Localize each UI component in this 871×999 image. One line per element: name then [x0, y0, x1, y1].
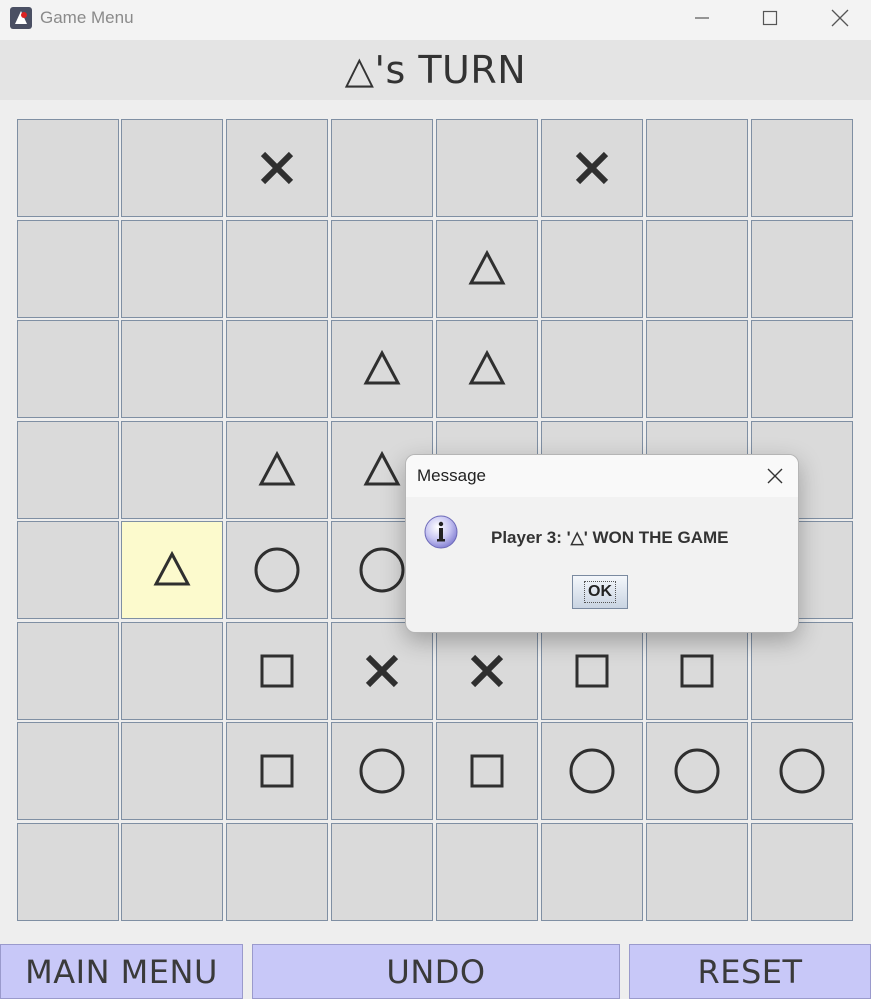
board-cell-r0-c6[interactable]	[646, 119, 748, 217]
board-cell-r3-c0[interactable]	[17, 421, 119, 519]
java-app-icon	[9, 6, 33, 30]
minimize-button[interactable]	[670, 0, 734, 36]
board-cell-r3-c1[interactable]	[121, 421, 223, 519]
board-cell-r0-c4[interactable]	[436, 119, 538, 217]
board-cell-r6-c6[interactable]	[646, 722, 748, 820]
board-cell-r0-c0[interactable]	[17, 119, 119, 217]
board-cell-r5-c6[interactable]	[646, 622, 748, 720]
square-mark	[680, 654, 714, 688]
maximize-button[interactable]	[738, 0, 802, 36]
minimize-icon	[695, 17, 709, 19]
dialog-close-button[interactable]	[760, 461, 790, 491]
info-icon	[422, 513, 460, 551]
undo-button[interactable]: UNDO	[252, 944, 620, 999]
window-title: Game Menu	[40, 8, 134, 27]
board-cell-r5-c5[interactable]	[541, 622, 643, 720]
board-cell-r4-c2[interactable]	[226, 521, 328, 619]
square-mark	[260, 754, 294, 788]
board-cell-r2-c4[interactable]	[436, 320, 538, 418]
message-dialog: Message Player 3: '△' WON THE GAME OK	[405, 454, 799, 633]
board-cell-r5-c4[interactable]	[436, 622, 538, 720]
board-cell-r7-c2[interactable]	[226, 823, 328, 921]
board-cell-r1-c4[interactable]	[436, 220, 538, 318]
board-cell-r7-c7[interactable]	[751, 823, 853, 921]
triangle-mark	[153, 550, 191, 586]
board-cell-r2-c2[interactable]	[226, 320, 328, 418]
board-cell-r6-c7[interactable]	[751, 722, 853, 820]
square-mark	[260, 654, 294, 688]
triangle-mark	[363, 349, 401, 385]
board-cell-r2-c0[interactable]	[17, 320, 119, 418]
board-cell-r3-c2[interactable]	[226, 421, 328, 519]
board-cell-r6-c5[interactable]	[541, 722, 643, 820]
board-cell-r0-c7[interactable]	[751, 119, 853, 217]
board-cell-r4-c1[interactable]	[121, 521, 223, 619]
board-cell-r7-c1[interactable]	[121, 823, 223, 921]
turn-indicator: △'s TURN	[0, 40, 871, 100]
square-mark	[575, 654, 609, 688]
board-cell-r7-c6[interactable]	[646, 823, 748, 921]
circle-mark	[254, 547, 300, 593]
board-cell-r0-c1[interactable]	[121, 119, 223, 217]
x-mark	[575, 151, 609, 185]
board-cell-r1-c3[interactable]	[331, 220, 433, 318]
square-mark	[470, 754, 504, 788]
board-cell-r1-c1[interactable]	[121, 220, 223, 318]
board-cell-r7-c5[interactable]	[541, 823, 643, 921]
triangle-mark	[363, 450, 401, 486]
ok-button-label: OK	[584, 581, 616, 603]
board-cell-r6-c1[interactable]	[121, 722, 223, 820]
close-button[interactable]	[808, 0, 871, 36]
x-mark	[260, 151, 294, 185]
maximize-icon	[762, 10, 778, 26]
board-cell-r6-c3[interactable]	[331, 722, 433, 820]
board-cell-r1-c5[interactable]	[541, 220, 643, 318]
dialog-header: Message	[406, 455, 798, 497]
board-cell-r2-c6[interactable]	[646, 320, 748, 418]
board-cell-r6-c4[interactable]	[436, 722, 538, 820]
reset-button[interactable]: RESET	[629, 944, 871, 999]
board-cell-r6-c2[interactable]	[226, 722, 328, 820]
close-icon	[767, 468, 783, 484]
circle-mark	[779, 748, 825, 794]
board-cell-r0-c2[interactable]	[226, 119, 328, 217]
main-menu-button[interactable]: MAIN MENU	[0, 944, 243, 999]
triangle-mark	[468, 249, 506, 285]
board-cell-r4-c0[interactable]	[17, 521, 119, 619]
board-cell-r1-c2[interactable]	[226, 220, 328, 318]
board-cell-r5-c7[interactable]	[751, 622, 853, 720]
board-cell-r5-c3[interactable]	[331, 622, 433, 720]
circle-mark	[359, 547, 405, 593]
circle-mark	[359, 748, 405, 794]
board-cell-r6-c0[interactable]	[17, 722, 119, 820]
x-mark	[470, 654, 504, 688]
board-cell-r5-c1[interactable]	[121, 622, 223, 720]
board-cell-r0-c5[interactable]	[541, 119, 643, 217]
board-cell-r7-c0[interactable]	[17, 823, 119, 921]
circle-mark	[674, 748, 720, 794]
triangle-mark	[468, 349, 506, 385]
close-icon	[831, 9, 849, 27]
board-cell-r1-c6[interactable]	[646, 220, 748, 318]
board-cell-r2-c1[interactable]	[121, 320, 223, 418]
triangle-mark	[258, 450, 296, 486]
board-cell-r7-c4[interactable]	[436, 823, 538, 921]
board-cell-r2-c7[interactable]	[751, 320, 853, 418]
board-cell-r1-c0[interactable]	[17, 220, 119, 318]
dialog-title: Message	[417, 466, 486, 485]
ok-button[interactable]: OK	[572, 575, 628, 609]
title-bar: Game Menu	[0, 0, 871, 40]
board-cell-r5-c0[interactable]	[17, 622, 119, 720]
board-cell-r1-c7[interactable]	[751, 220, 853, 318]
circle-mark	[569, 748, 615, 794]
board-cell-r2-c3[interactable]	[331, 320, 433, 418]
board-cell-r2-c5[interactable]	[541, 320, 643, 418]
board-cell-r5-c2[interactable]	[226, 622, 328, 720]
board-cell-r0-c3[interactable]	[331, 119, 433, 217]
x-mark	[365, 654, 399, 688]
board-cell-r7-c3[interactable]	[331, 823, 433, 921]
dialog-message: Player 3: '△' WON THE GAME	[491, 528, 729, 547]
